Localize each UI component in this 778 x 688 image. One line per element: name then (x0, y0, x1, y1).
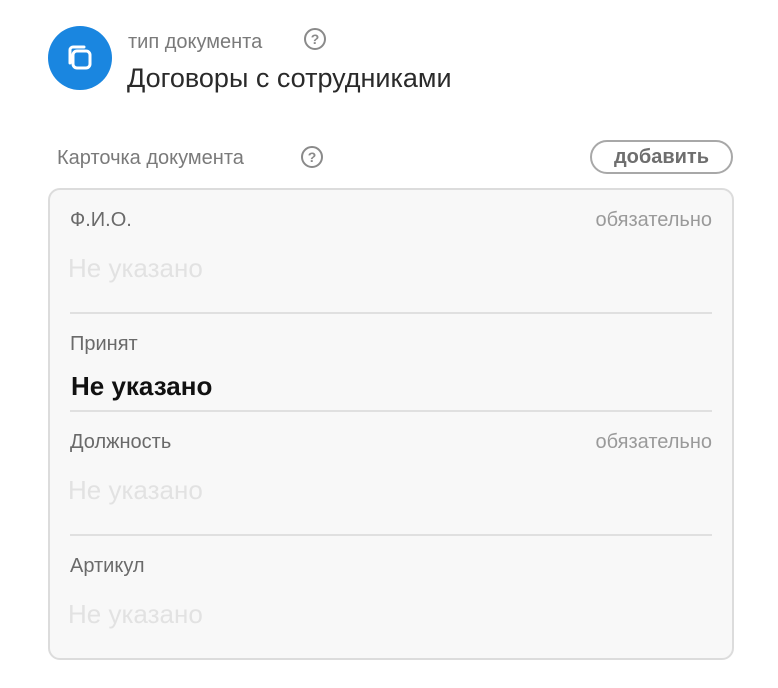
field-value[interactable]: Не указано (68, 474, 668, 506)
card-title: Карточка документа (57, 147, 244, 169)
field-value[interactable]: Не указано (71, 370, 671, 402)
field-label: Артикул (70, 555, 145, 577)
field-label: Ф.И.О. (70, 209, 132, 231)
card-help-icon[interactable]: ? (301, 146, 323, 168)
field-label: Принят (70, 333, 138, 355)
document-type-label: тип документа (128, 31, 263, 53)
field-position[interactable]: Должность обязательно Не указано (68, 430, 712, 510)
add-button[interactable]: добавить (590, 140, 733, 174)
field-label: Должность (70, 431, 172, 453)
copy-icon (48, 26, 112, 90)
document-type-value[interactable]: Договоры с сотрудниками (127, 62, 452, 94)
field-hired[interactable]: Принят Не указано (70, 332, 712, 402)
document-card: Ф.И.О. обязательно Не указано Принят Не … (48, 188, 734, 660)
required-badge: обязательно (595, 209, 712, 231)
required-badge: обязательно (595, 431, 712, 453)
field-divider (70, 410, 712, 412)
field-divider (70, 312, 712, 314)
field-value[interactable]: Не указано (68, 252, 668, 284)
document-type-header: тип документа ? Договоры с сотрудниками (48, 24, 748, 94)
help-icon[interactable]: ? (304, 28, 326, 50)
field-article[interactable]: Артикул Не указано (68, 554, 712, 634)
field-value[interactable]: Не указано (68, 598, 668, 630)
field-divider (70, 534, 712, 536)
field-fio[interactable]: Ф.И.О. обязательно Не указано (68, 208, 712, 288)
